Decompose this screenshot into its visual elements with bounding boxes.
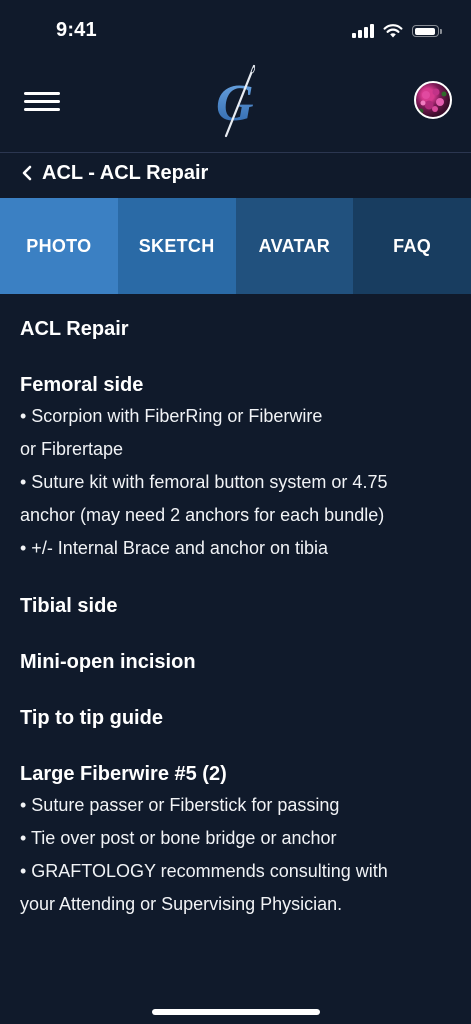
flower-avatar-icon [418, 88, 447, 114]
graftology-logo-icon: G [216, 64, 256, 138]
status-icons [352, 24, 442, 38]
tibial-side-heading: Tibial side [20, 595, 118, 617]
chevron-left-icon [22, 165, 32, 181]
femoral-line: • Scorpion with FiberRing or Fiberwire [20, 406, 323, 426]
avatar[interactable] [414, 81, 452, 119]
femoral-line: anchor (may need 2 anchors for each bund… [20, 505, 385, 525]
fiberwire-line: • GRAFTOLOGY recommends consulting with [20, 861, 388, 881]
tab-sketch[interactable]: SKETCH [117, 198, 236, 294]
page-title: ACL - ACL Repair [42, 161, 209, 184]
fiberwire-line: • Suture passer or Fiberstick for passin… [20, 795, 340, 815]
procedure-title: ACL Repair [20, 318, 129, 340]
battery-icon [412, 25, 442, 37]
cellular-signal-icon [352, 24, 374, 38]
status-bar: 9:41 [0, 0, 471, 64]
back-navigation[interactable]: ACL - ACL Repair [20, 160, 208, 186]
fiberwire-line: • Tie over post or bone bridge or anchor [20, 828, 337, 848]
tab-faq[interactable]: FAQ [353, 198, 471, 294]
status-time: 9:41 [56, 19, 97, 41]
femoral-line: or Fibrertape [20, 439, 124, 459]
home-indicator[interactable] [152, 1009, 320, 1015]
femoral-line: • Suture kit with femoral button system … [20, 472, 388, 492]
procedure-content: ACL Repair Femoral side • Scorpion with … [20, 316, 455, 921]
fiberwire-heading: Large Fiberwire #5 (2) [20, 763, 227, 785]
tip-to-tip-heading: Tip to tip guide [20, 707, 163, 729]
femoral-line: • +/- Internal Brace and anchor on tibia [20, 538, 328, 558]
wifi-icon [383, 24, 403, 38]
tab-photo[interactable]: PHOTO [0, 198, 118, 294]
fiberwire-line: your Attending or Supervising Physician. [20, 894, 343, 914]
mini-open-heading: Mini-open incision [20, 651, 196, 673]
tab-avatar[interactable]: AVATAR [235, 198, 354, 294]
hamburger-menu-icon [24, 92, 60, 95]
femoral-side-heading: Femoral side [20, 374, 144, 396]
app-header: G [0, 64, 471, 153]
menu-button[interactable] [24, 92, 60, 112]
tab-bar: PHOTO SKETCH AVATAR FAQ [0, 198, 471, 294]
